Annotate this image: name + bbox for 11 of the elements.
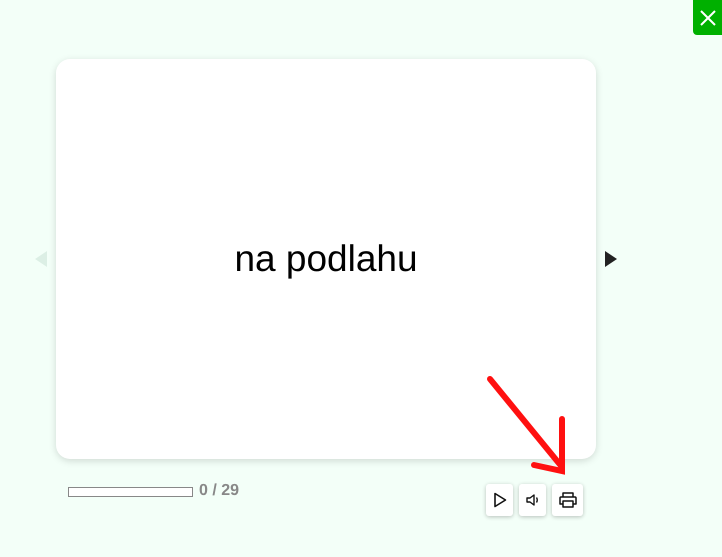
printer-icon: [558, 491, 578, 509]
speaker-icon: [524, 492, 540, 508]
sound-button[interactable]: [519, 484, 546, 516]
close-button[interactable]: [693, 0, 722, 35]
progress-count: 0 / 29: [199, 483, 240, 499]
next-button[interactable]: [604, 249, 618, 269]
play-button[interactable]: [486, 484, 513, 516]
card-text: na podlahu: [234, 238, 418, 280]
play-icon: [492, 492, 506, 508]
close-icon: [700, 10, 716, 26]
print-button[interactable]: [552, 484, 583, 516]
